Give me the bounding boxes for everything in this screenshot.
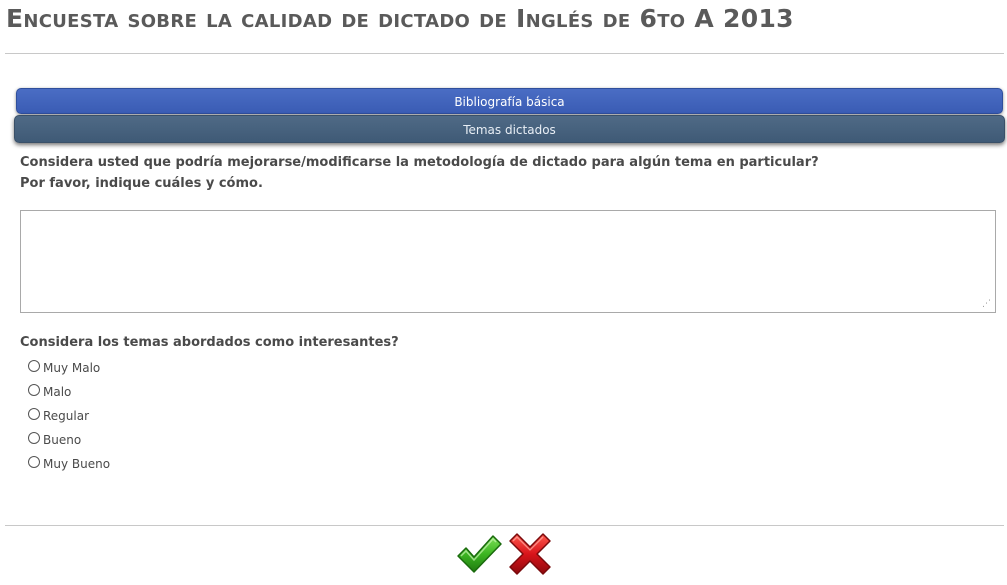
question-2-radio-group: Muy Malo Malo Regular Bueno Muy Bueno [28, 356, 110, 476]
radio-button-icon[interactable] [28, 360, 40, 372]
radio-option-muy-malo[interactable]: Muy Malo [28, 356, 110, 380]
radio-button-icon[interactable] [28, 384, 40, 396]
footer-divider [5, 525, 1004, 526]
question-2-text: Considera los temas abordados como inter… [20, 335, 399, 350]
radio-label-muy-malo: Muy Malo [43, 361, 101, 375]
cancel-button[interactable] [506, 530, 554, 578]
radio-option-muy-bueno[interactable]: Muy Bueno [28, 452, 110, 476]
question-1-answer-textarea[interactable] [20, 210, 996, 313]
page-title: Encuesta sobre la calidad de dictado de … [6, 4, 794, 33]
radio-label-regular: Regular [43, 409, 90, 423]
green-checkmark-icon [457, 535, 502, 573]
section-temas-dictados[interactable]: Temas dictados [14, 115, 1005, 143]
radio-label-bueno: Bueno [43, 433, 82, 447]
textarea-resize-grip-icon[interactable]: ⋰ [982, 299, 992, 309]
radio-button-icon[interactable] [28, 456, 40, 468]
radio-label-malo: Malo [43, 385, 72, 399]
radio-option-malo[interactable]: Malo [28, 380, 110, 404]
radio-option-bueno[interactable]: Bueno [28, 428, 110, 452]
red-x-icon [509, 533, 551, 575]
question-1-text: Considera usted que podría mejorarse/mod… [20, 155, 819, 170]
radio-button-icon[interactable] [28, 432, 40, 444]
confirm-button[interactable] [455, 530, 503, 578]
radio-button-icon[interactable] [28, 408, 40, 420]
radio-option-regular[interactable]: Regular [28, 404, 110, 428]
radio-label-muy-bueno: Muy Bueno [43, 457, 111, 471]
question-1-subtext: Por favor, indique cuáles y cómo. [20, 176, 263, 191]
header-divider [5, 53, 1004, 54]
section-bibliografia-basica[interactable]: Bibliografía básica [16, 88, 1003, 114]
